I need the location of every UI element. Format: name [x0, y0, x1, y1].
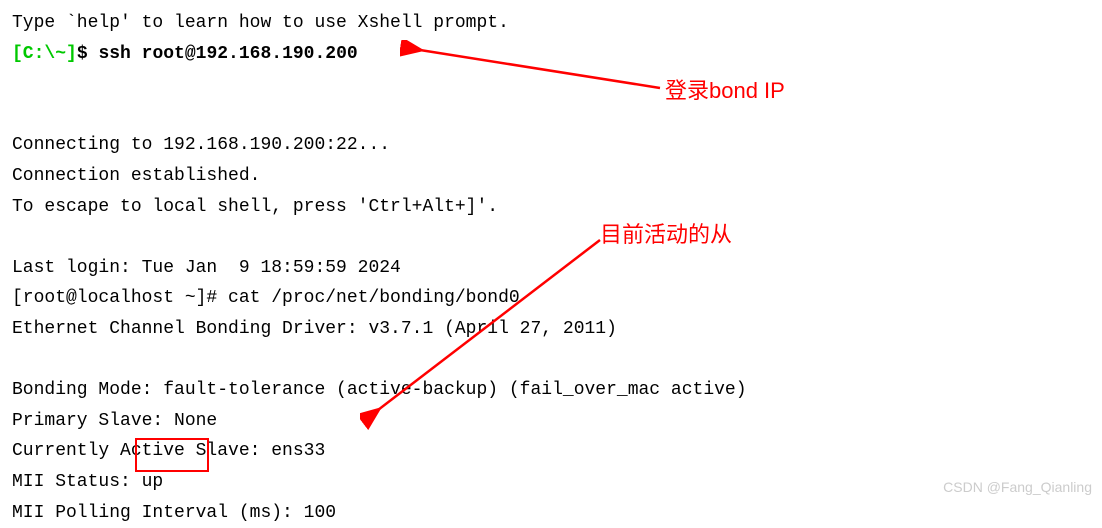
dollar-sign: $: [77, 44, 88, 64]
connecting-line: Connecting to 192.168.190.200:22...: [12, 130, 1090, 161]
highlight-box-up: [135, 438, 209, 472]
ssh-command: ssh root@192.168.190.200: [98, 44, 357, 64]
blank-line: [12, 100, 1090, 131]
annotation-login-bond-ip: 登录bond IP: [665, 72, 785, 109]
watermark-text: CSDN @Fang_Qianling: [943, 476, 1092, 500]
connection-established-line: Connection established.: [12, 161, 1090, 192]
help-prompt-line: Type `help' to learn how to use Xshell p…: [12, 8, 1090, 39]
shell-prompt: [C:\~]: [12, 44, 77, 64]
arrow-icon: [360, 235, 620, 435]
arrow-icon: [400, 40, 670, 100]
escape-hint-line: To escape to local shell, press 'Ctrl+Al…: [12, 192, 1090, 223]
mii-polling-line: MII Polling Interval (ms): 100: [12, 498, 1090, 528]
